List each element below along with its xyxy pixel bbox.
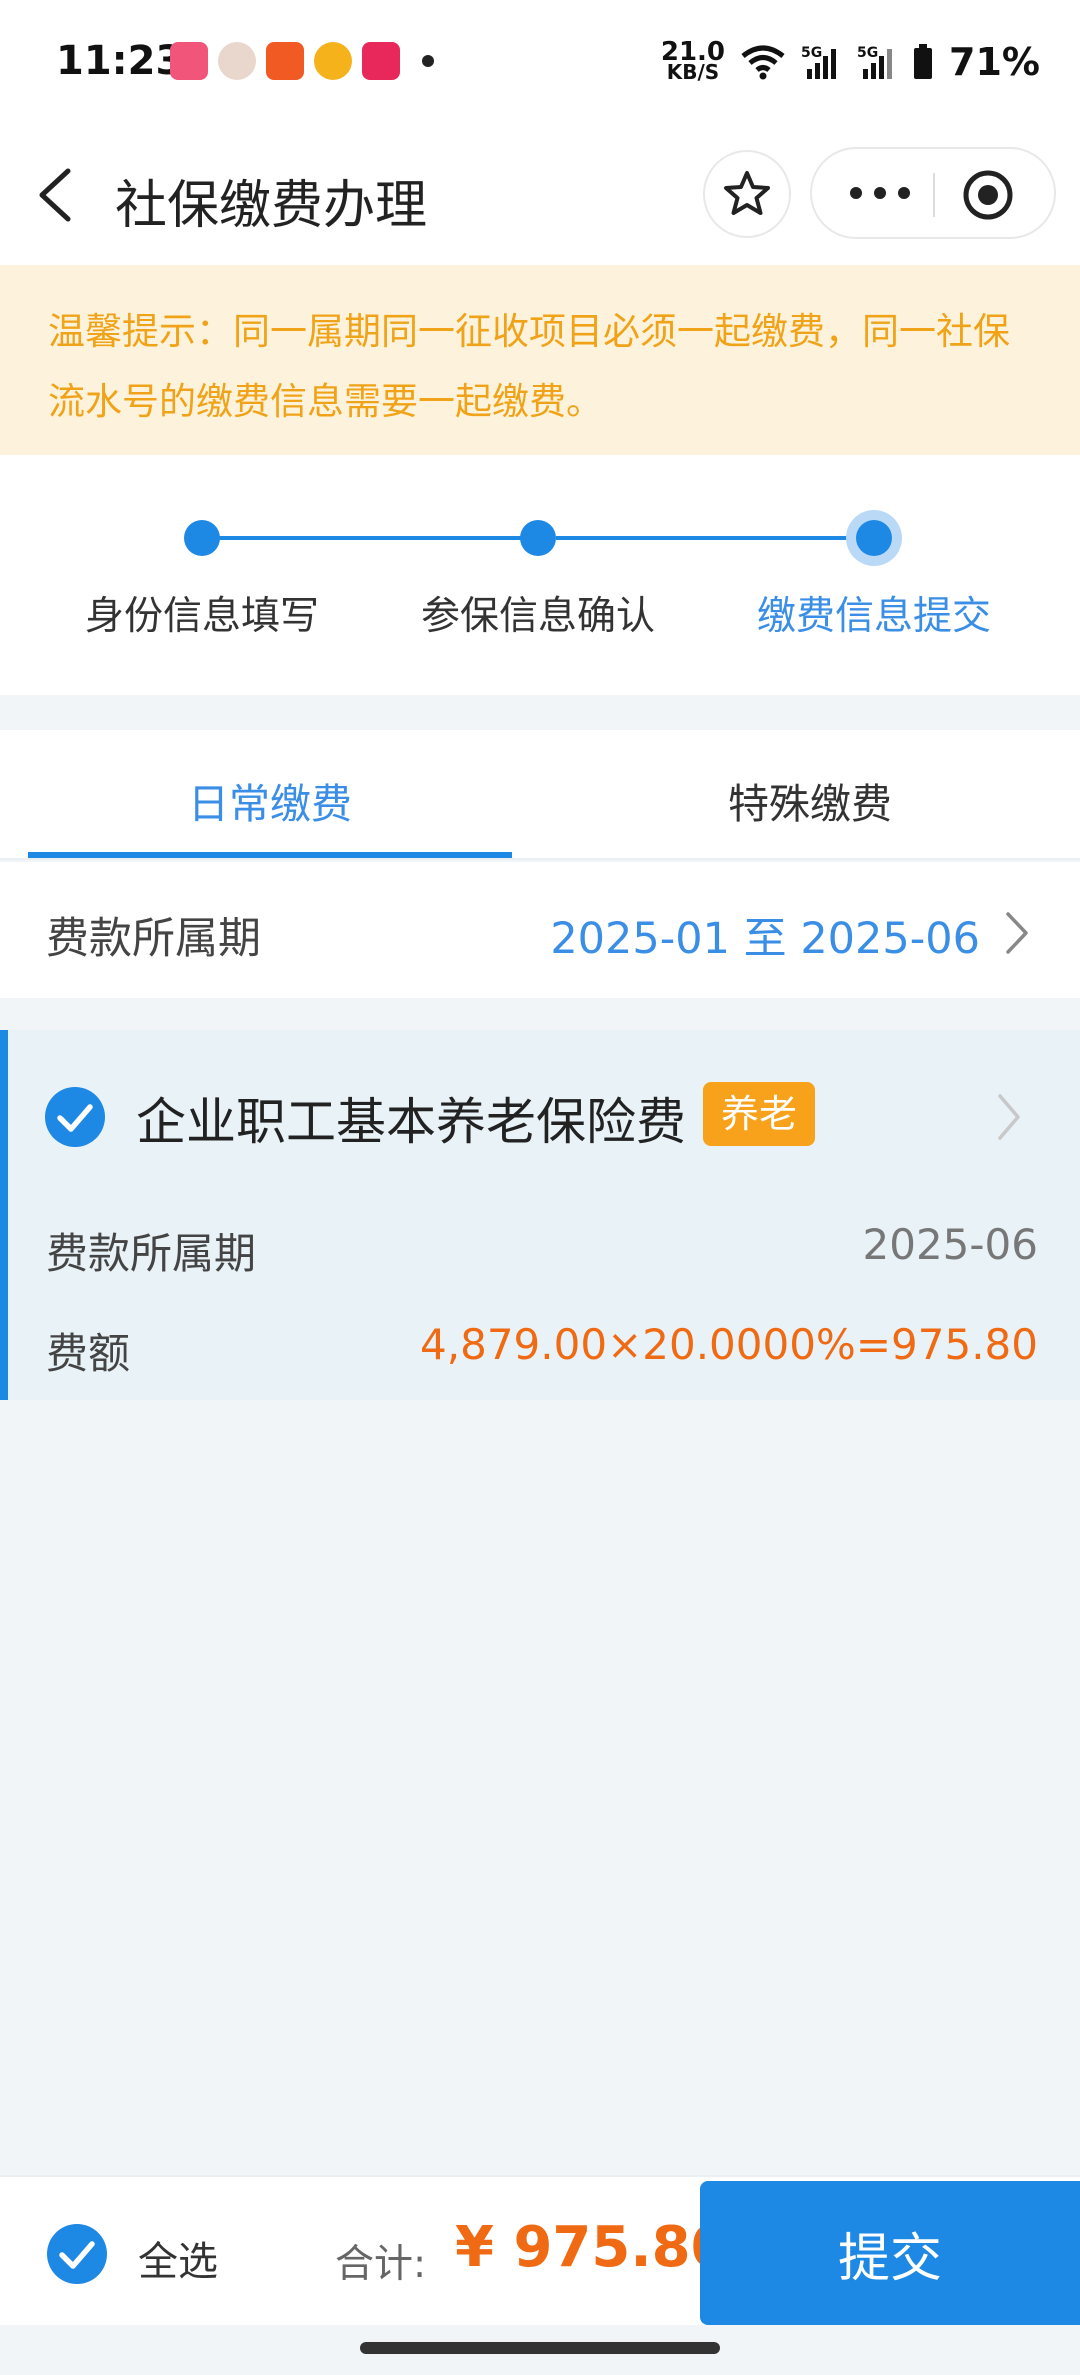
select-all-label[interactable]: 全选 [138, 2229, 218, 2287]
step-connector [556, 536, 876, 540]
fee-period-value: 2025-06 [862, 1220, 1039, 1269]
total-label: 合计: [335, 2242, 427, 2287]
nav-bar: 社保缴费办理 [0, 125, 1080, 265]
category-badge: 养老 [703, 1082, 816, 1146]
notification-icons [170, 42, 434, 80]
chevron-right-icon [1006, 912, 1028, 954]
page-title: 社保缴费办理 [115, 176, 428, 236]
period-value: 2025-01 至 2025-06 [550, 914, 980, 964]
fee-item-title: 企业职工基本养老保险费 [136, 1093, 686, 1151]
back-arrow-icon[interactable] [28, 163, 88, 227]
app-notification-icon [362, 42, 400, 80]
active-tab-indicator [28, 852, 512, 858]
step-label: 身份信息填写 [84, 594, 319, 639]
step-dot [520, 520, 556, 556]
more-button[interactable] [840, 171, 920, 215]
favorite-button[interactable] [703, 150, 791, 238]
payment-tabs: 日常缴费 特殊缴费 [0, 730, 1080, 860]
home-indicator[interactable] [360, 2342, 720, 2354]
close-target-icon[interactable] [962, 169, 1014, 221]
battery-icon [914, 44, 933, 79]
network-speed-value: 21.0 [660, 37, 726, 67]
app-notification-icon [266, 42, 304, 80]
fee-amount-label: 费额 [46, 1329, 131, 1378]
svg-text:5G: 5G [857, 45, 878, 61]
checkbox-checked-icon[interactable] [44, 1086, 106, 1148]
step-dot-active [856, 520, 892, 556]
progress-steps: 身份信息填写 参保信息确认 缴费信息提交 [0, 455, 1080, 695]
battery-percent: 71% [949, 40, 1040, 84]
step-connector [218, 536, 538, 540]
bottom-action-bar: 全选 合计: ¥ 975.80 提交 [0, 2175, 1080, 2325]
chevron-right-icon[interactable] [994, 1092, 1024, 1142]
fee-period-label: 费款所属期 [46, 1229, 257, 1278]
fee-item-card[interactable]: 企业职工基本养老保险费 养老 费款所属期 2025-06 费额 4,879.00… [0, 1030, 1080, 1400]
tab-daily-payment[interactable]: 日常缴费 [30, 770, 510, 830]
avatar-notification-icon [218, 42, 256, 80]
period-label: 费款所属期 [46, 914, 261, 964]
signal-5g-icon: 5G [857, 45, 893, 79]
step-label-active: 缴费信息提交 [756, 594, 991, 639]
step-label: 参保信息确认 [420, 594, 655, 639]
fee-amount-value: 4,879.00×20.0000%=975.80 [420, 1320, 1038, 1369]
signal-5g-icon: 5G [801, 45, 837, 79]
mini-program-capsule [810, 147, 1056, 239]
more-notifications-dot-icon [422, 55, 434, 67]
tab-special-payment[interactable]: 特殊缴费 [570, 770, 1050, 830]
more-dots-icon [850, 187, 910, 199]
total-amount: ¥ 975.80 [455, 2215, 730, 2280]
select-all-checkbox-icon[interactable] [46, 2223, 108, 2285]
fee-period-selector[interactable]: 费款所属期 2025-01 至 2025-06 [0, 862, 1080, 998]
network-speed-unit: KB/S [666, 60, 720, 84]
status-right: 21.0 KB/S 5G 5G 71% [660, 37, 1040, 84]
step-dot [184, 520, 220, 556]
status-time: 11:23 [56, 38, 184, 84]
submit-button[interactable]: 提交 [700, 2181, 1080, 2325]
weibo-notification-icon [314, 42, 352, 80]
status-bar: 11:23 21.0 KB/S 5G 5G 71% [0, 0, 1080, 125]
capsule-divider [933, 173, 935, 217]
warm-tip-notice: 温馨提示：同一属期同一征收项目必须一起缴费，同一社保流水号的缴费信息需要一起缴费… [0, 265, 1080, 455]
app-notification-icon [170, 42, 208, 80]
star-icon [724, 171, 770, 215]
svg-text:5G: 5G [801, 45, 822, 61]
wifi-icon [741, 45, 785, 80]
network-speed: 21.0 KB/S [660, 37, 726, 84]
